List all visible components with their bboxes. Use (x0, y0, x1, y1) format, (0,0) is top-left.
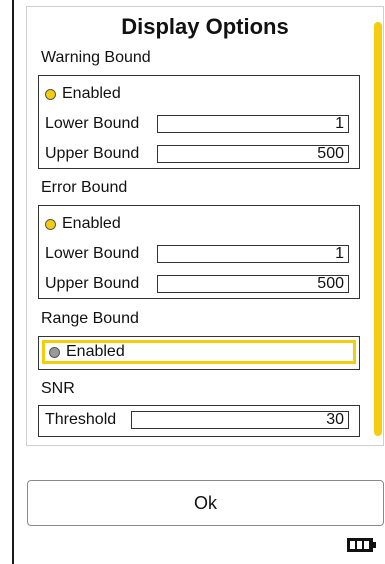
snr-group: Threshold 30 (38, 405, 360, 437)
error-lower-row: Lower Bound 1 (45, 244, 349, 264)
radio-indicator-icon (45, 88, 56, 100)
error-lower-input[interactable]: 1 (157, 245, 349, 263)
error-lower-label: Lower Bound (45, 245, 140, 262)
snr-threshold-input[interactable]: 30 (131, 411, 349, 429)
error-upper-row: Upper Bound 500 (45, 274, 349, 294)
ok-button[interactable]: Ok (27, 480, 384, 526)
warning-lower-row: Lower Bound 1 (45, 114, 349, 134)
warning-upper-label: Upper Bound (45, 145, 140, 162)
radio-indicator-icon (45, 218, 56, 230)
error-enabled-radio[interactable]: Enabled (45, 214, 121, 234)
warning-bound-group: Enabled Lower Bound 1 Upper Bound 500 (38, 75, 360, 169)
device-edge (12, 0, 14, 564)
warning-enabled-radio[interactable]: Enabled (45, 84, 121, 104)
snr-threshold-row: Threshold 30 (45, 410, 349, 430)
dialog-title: Display Options (121, 14, 289, 39)
radio-indicator-icon (49, 346, 60, 358)
warning-lower-label: Lower Bound (45, 115, 140, 132)
snr-threshold-label: Threshold (45, 411, 117, 428)
range-enabled-radio[interactable]: Enabled (42, 340, 356, 364)
warning-enabled-label: Enabled (62, 85, 121, 102)
error-bound-group: Enabled Lower Bound 1 Upper Bound 500 (38, 205, 360, 299)
scrollbar[interactable] (374, 22, 382, 436)
range-enabled-label: Enabled (66, 343, 125, 360)
range-bound-label: Range Bound (41, 310, 139, 327)
error-upper-label: Upper Bound (45, 275, 140, 292)
warning-upper-row: Upper Bound 500 (45, 144, 349, 164)
battery-full-icon (347, 538, 376, 552)
warning-lower-input[interactable]: 1 (157, 115, 349, 133)
error-upper-input[interactable]: 500 (157, 275, 349, 293)
warning-upper-input[interactable]: 500 (157, 145, 349, 163)
scrollbar-thumb[interactable] (374, 22, 382, 436)
warning-bound-label: Warning Bound (41, 49, 151, 66)
error-bound-label: Error Bound (41, 179, 128, 196)
snr-label: SNR (41, 380, 75, 397)
error-enabled-label: Enabled (62, 215, 121, 232)
